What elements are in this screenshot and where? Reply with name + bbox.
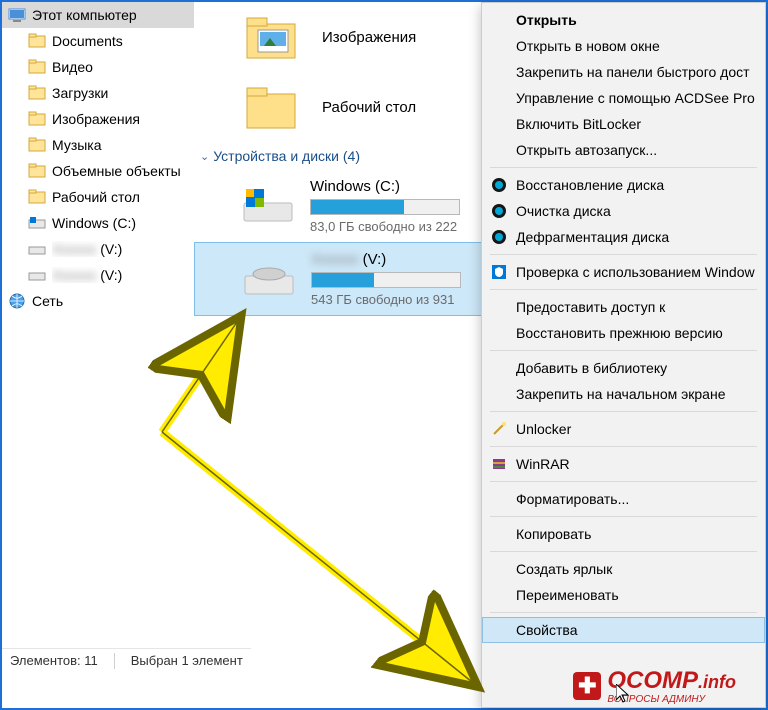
status-selection: Выбран 1 элемент [131,653,243,668]
wand-icon [490,420,508,438]
sidebar-label: Xxxxxx (V:) [52,267,122,283]
status-separator [114,653,115,669]
ctx-autoplay[interactable]: Открыть автозапуск... [482,137,765,163]
acronis-icon [490,202,508,220]
ctx-separator [490,350,757,351]
ctx-restore-previous[interactable]: Восстановить прежнюю версию [482,320,765,346]
ctx-separator [490,516,757,517]
ctx-format[interactable]: Форматировать... [482,486,765,512]
drive-info: Xxxxxx (V:) 543 ГБ свободно из 931 [311,251,461,307]
status-bar: Элементов: 11 Выбран 1 элемент [2,648,251,672]
ctx-bitlocker[interactable]: Включить BitLocker [482,111,765,137]
ctx-rename[interactable]: Переименовать [482,582,765,608]
drive-name: Windows (C:) [310,178,460,195]
sidebar-item-documents[interactable]: Documents [2,28,194,54]
ctx-separator [490,612,757,613]
ctx-disk-recovery[interactable]: Восстановление диска [482,172,765,198]
sidebar-label: Изображения [52,111,140,127]
sidebar-label: Documents [52,33,123,49]
folder-label: Изображения [322,29,416,46]
folder-icon [28,32,46,50]
network-icon [8,292,26,310]
sidebar-label: Загрузки [52,85,108,101]
sidebar-item-3dobjects[interactable]: Объемные объекты [2,158,194,184]
sidebar-item-drive-v2[interactable]: Xxxxxx (V:) [2,262,194,288]
ctx-create-shortcut[interactable]: Создать ярлык [482,556,765,582]
acronis-icon [490,176,508,194]
disk-icon [28,214,46,232]
defender-icon [490,263,508,281]
disk-icon [28,266,46,284]
sidebar-label: Рабочий стол [52,189,140,205]
ctx-separator [490,446,757,447]
ctx-separator [490,481,757,482]
ctx-disk-defrag[interactable]: Дефрагментация диска [482,224,765,250]
ctx-pin-start[interactable]: Закрепить на начальном экране [482,381,765,407]
sidebar: Этот компьютер Documents Видео Загрузки … [2,2,194,314]
sidebar-item-drive-c[interactable]: Windows (C:) [2,210,194,236]
logo-plus-icon: ✚ [573,672,601,700]
folder-label: Рабочий стол [322,99,416,116]
drive-free-text: 83,0 ГБ свободно из 222 [310,219,460,234]
ctx-open[interactable]: Открыть [482,7,765,33]
drive-usage-bar [311,272,461,288]
ctx-properties[interactable]: Свойства [482,617,765,643]
ctx-defender-scan[interactable]: Проверка с использованием Window [482,259,765,285]
pc-icon [8,6,26,24]
ctx-add-library[interactable]: Добавить в библиотеку [482,355,765,381]
sidebar-label: Видео [52,59,93,75]
sidebar-label: Объемные объекты [52,163,181,179]
folder-large-icon [244,82,304,132]
folder-icon [28,162,46,180]
folder-icon [28,110,46,128]
sidebar-item-network[interactable]: Сеть [2,288,194,314]
sidebar-item-downloads[interactable]: Загрузки [2,80,194,106]
sidebar-label: Xxxxxx (V:) [52,241,122,257]
sidebar-item-music[interactable]: Музыка [2,132,194,158]
ctx-separator [490,167,757,168]
watermark: ✚ OCOMP.info ВОПРОСЫ АДМИНУ [573,667,736,704]
sidebar-item-pictures[interactable]: Изображения [2,106,194,132]
sidebar-label: Сеть [32,293,63,309]
ctx-separator [490,289,757,290]
ctx-separator [490,411,757,412]
folder-large-icon [244,12,304,62]
disk-large-icon [240,185,296,227]
ctx-acdsee[interactable]: Управление с помощью ACDSee Pro [482,85,765,111]
watermark-tld: .info [698,672,736,692]
winrar-icon [490,455,508,473]
cursor-icon [616,684,630,704]
sidebar-item-drive-v1[interactable]: Xxxxxx (V:) [2,236,194,262]
folder-icon [28,136,46,154]
ctx-unlocker[interactable]: Unlocker [482,416,765,442]
drive-name: Xxxxxx (V:) [311,251,461,268]
chevron-down-icon: ⌄ [200,150,209,163]
folder-icon [28,188,46,206]
folder-icon [28,84,46,102]
section-title: Устройства и диски (4) [213,148,360,164]
ctx-separator [490,551,757,552]
sidebar-item-desktop[interactable]: Рабочий стол [2,184,194,210]
sidebar-label: Музыка [52,137,102,153]
ctx-pin-quickaccess[interactable]: Закрепить на панели быстрого дост [482,59,765,85]
context-menu: Открыть Открыть в новом окне Закрепить н… [481,2,766,708]
folder-icon [28,58,46,76]
disk-large-icon [241,258,297,300]
status-count: Элементов: 11 [10,653,98,668]
drive-usage-bar [310,199,460,215]
ctx-copy[interactable]: Копировать [482,521,765,547]
acronis-icon [490,228,508,246]
sidebar-item-video[interactable]: Видео [2,54,194,80]
ctx-disk-cleanup[interactable]: Очистка диска [482,198,765,224]
ctx-separator [490,254,757,255]
ctx-winrar[interactable]: WinRAR [482,451,765,477]
sidebar-label: Этот компьютер [32,7,137,23]
drive-free-text: 543 ГБ свободно из 931 [311,292,461,307]
disk-icon [28,240,46,258]
drive-info: Windows (C:) 83,0 ГБ свободно из 222 [310,178,460,234]
ctx-give-access[interactable]: Предоставить доступ к [482,294,765,320]
sidebar-item-this-pc[interactable]: Этот компьютер [2,2,194,28]
ctx-open-new-window[interactable]: Открыть в новом окне [482,33,765,59]
sidebar-label: Windows (C:) [52,215,136,231]
